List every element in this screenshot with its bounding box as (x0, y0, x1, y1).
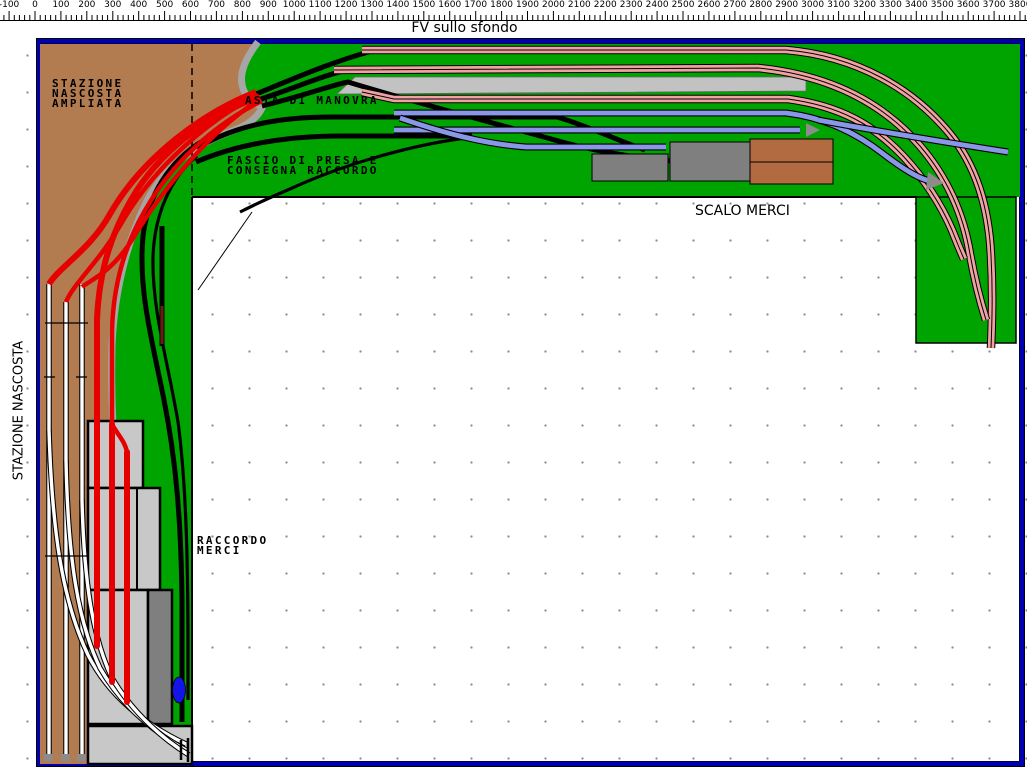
ruler-number: 1500 (412, 0, 435, 10)
ruler-number: 1200 (335, 0, 358, 10)
ruler-number: 3300 (879, 0, 902, 10)
asta-di-manovra-label: ASTA DI MANOVRA (245, 96, 379, 106)
ruler-number: 2300 (620, 0, 643, 10)
ruler-number: 1400 (386, 0, 409, 10)
stazione-nascosta-label: STAZIONE NASCOSTA (12, 326, 27, 496)
goods-platform-1 (592, 154, 668, 181)
ruler-number: 1300 (361, 0, 384, 10)
ruler-number: 2500 (672, 0, 695, 10)
ruler-number: 3500 (931, 0, 954, 10)
ruler-number: 3400 (905, 0, 928, 10)
drawing-title-label: FV sullo sfondo (407, 20, 522, 36)
ruler-number: 3100 (827, 0, 850, 10)
buffer-stop-w2 (61, 754, 70, 761)
fascio-di-presa-label: FASCIO DI PRESA E CONSEGNA RACCORDO (227, 156, 379, 176)
ruler-number: 300 (104, 0, 121, 10)
signal-marker-blue (173, 677, 186, 703)
ruler-number: 3000 (801, 0, 824, 10)
region-right-wing (916, 197, 1016, 343)
ruler-number: 1000 (283, 0, 306, 10)
scalo-merci-label: SCALO MERCI (695, 203, 790, 219)
goods-shed-upper (750, 139, 833, 162)
ruler-number: 100 (52, 0, 69, 10)
ruler-number: 3800 (1009, 0, 1027, 10)
ruler-number: 1800 (490, 0, 513, 10)
ruler-number: 3200 (853, 0, 876, 10)
ruler-number: 600 (182, 0, 199, 10)
goods-platform-2 (670, 142, 750, 181)
ruler-number: 1700 (464, 0, 487, 10)
ruler-number: 1900 (516, 0, 539, 10)
goods-shed-lower (750, 162, 833, 184)
buffer-stop-w1 (44, 754, 53, 761)
raccordo-merci-label: RACCORDO MERCI (197, 536, 268, 556)
ruler-number: 800 (234, 0, 251, 10)
ruler-number: 0 (32, 0, 38, 10)
ruler-number: 2200 (594, 0, 617, 10)
ruler-number: -100 (0, 0, 19, 10)
ruler-number: 2700 (723, 0, 746, 10)
platform-long (337, 77, 806, 94)
plan-canvas[interactable] (0, 0, 1027, 772)
ruler-number: 1600 (438, 0, 461, 10)
ruler-number: 2100 (568, 0, 591, 10)
buffer-stop-w3 (77, 754, 86, 761)
ruler-number: 700 (208, 0, 225, 10)
leader-line (198, 212, 252, 290)
stazione-nascosta-ampliata-label: STAZIONE NASCOSTA AMPLIATA (52, 79, 123, 109)
ruler-number: 2400 (646, 0, 669, 10)
ruler-number: 3700 (983, 0, 1006, 10)
ruler-number: 3600 (957, 0, 980, 10)
ruler-number: 400 (130, 0, 147, 10)
ruler-number: 2000 (542, 0, 565, 10)
building-d (148, 590, 172, 724)
ruler-number: 900 (260, 0, 277, 10)
ruler-number: 200 (78, 0, 95, 10)
ruler-number: 2800 (749, 0, 772, 10)
ruler-number: 2900 (775, 0, 798, 10)
ruler-number: 500 (156, 0, 173, 10)
track-plan-editor-window: -100 0 100 200 300 400 500 600 700 800 900 10001100… (0, 0, 1027, 772)
horizontal-ruler[interactable]: -100 0 100 200 300 400 500 600 700 800 900 10001100… (0, 0, 1027, 21)
ruler-number: 1100 (309, 0, 332, 10)
ruler-number: 2600 (697, 0, 720, 10)
